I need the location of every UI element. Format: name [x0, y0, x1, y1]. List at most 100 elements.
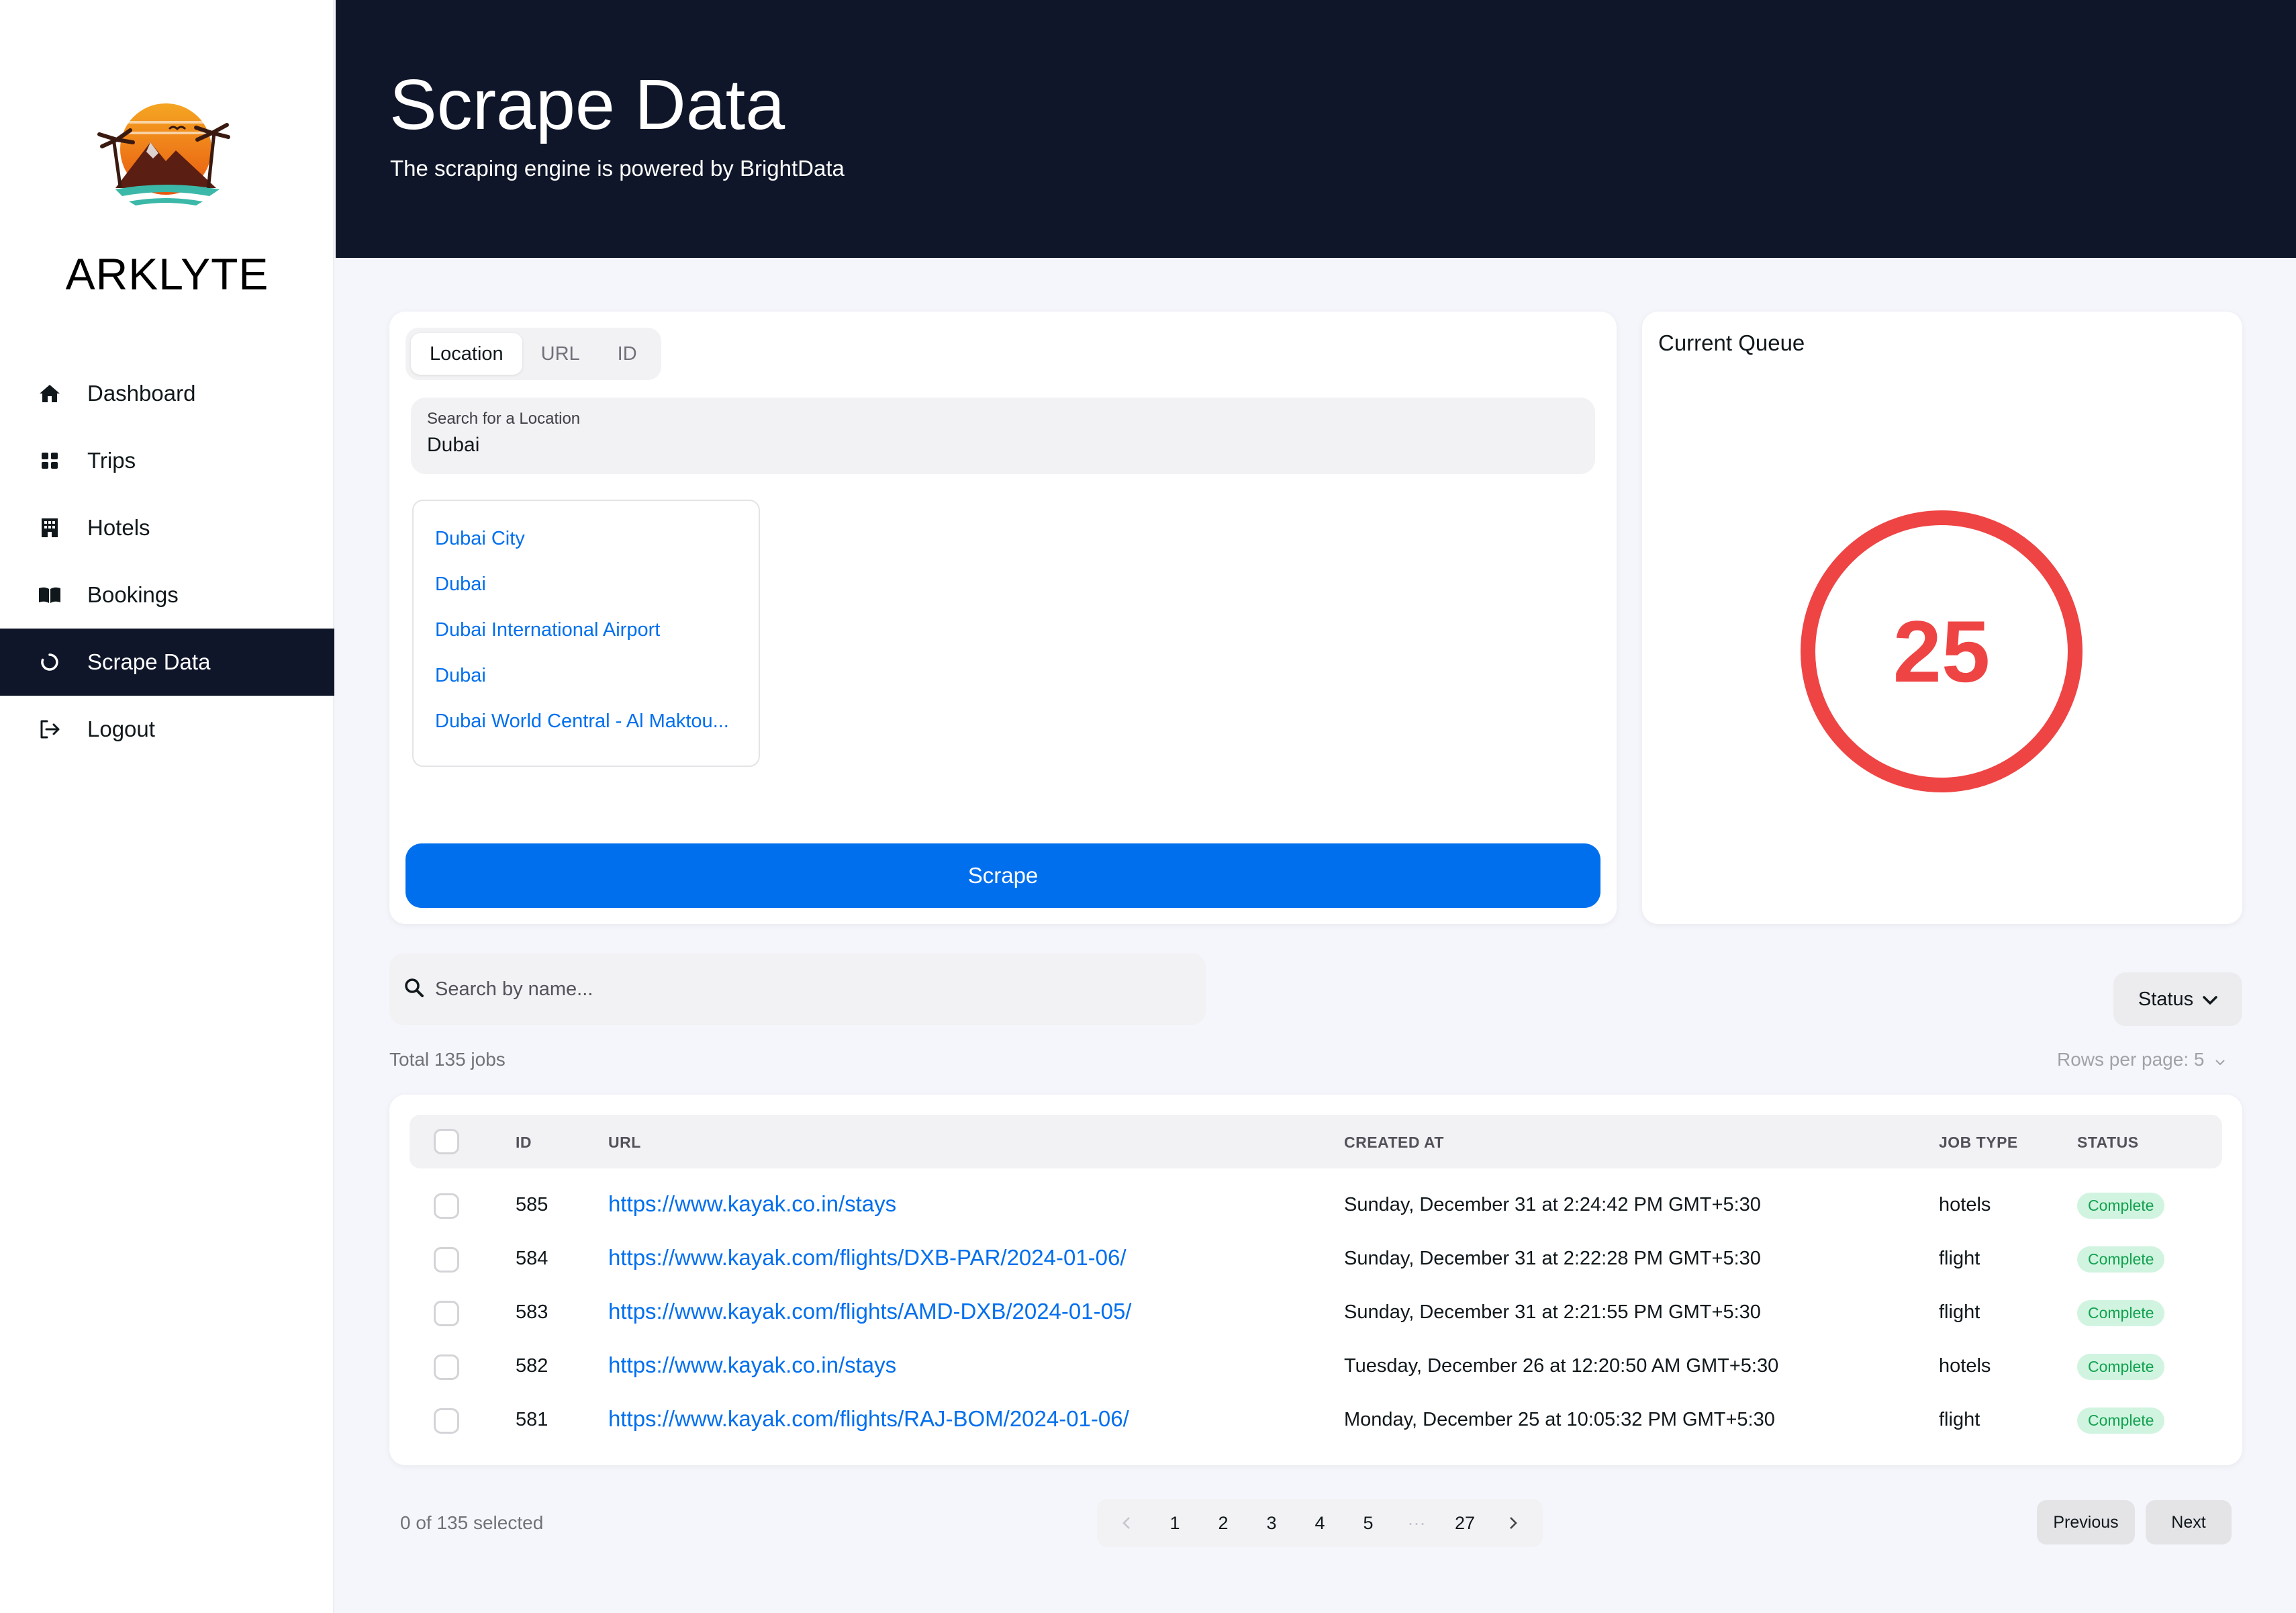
previous-button[interactable]: Previous	[2037, 1500, 2135, 1545]
row-checkbox[interactable]	[434, 1408, 459, 1434]
page-button[interactable]: 1	[1151, 1499, 1199, 1547]
page-ellipsis[interactable]: ···	[1392, 1499, 1441, 1547]
queue-title: Current Queue	[1658, 330, 1805, 355]
column-header-status[interactable]: STATUS	[2077, 1134, 2139, 1152]
sidebar-item-hotels[interactable]: Hotels	[0, 494, 334, 561]
spinner-icon	[38, 650, 62, 674]
suggestion-item[interactable]: Dubai World Central - Al Maktou...	[435, 702, 751, 748]
current-queue-card: Current Queue 25	[1642, 312, 2242, 924]
select-all-checkbox[interactable]	[434, 1129, 459, 1154]
brand-name: ARKLYTE	[65, 249, 269, 299]
total-jobs-label: Total 135 jobs	[389, 1049, 506, 1070]
sidebar-item-label: Hotels	[87, 515, 150, 540]
sidebar-item-label: Scrape Data	[87, 649, 211, 674]
row-checkbox[interactable]	[434, 1354, 459, 1380]
tab-id[interactable]: ID	[599, 333, 656, 375]
page-button[interactable]: 2	[1199, 1499, 1247, 1547]
chevron-down-icon	[2215, 1049, 2226, 1070]
location-suggestions: Dubai City Dubai Dubai International Air…	[412, 500, 760, 767]
job-created-at: Tuesday, December 26 at 12:20:50 AM GMT+…	[1344, 1355, 1779, 1377]
sidebar-item-dashboard[interactable]: Dashboard	[0, 360, 334, 427]
status-badge: Complete	[2077, 1300, 2165, 1326]
tab-location[interactable]: Location	[411, 333, 522, 375]
brand-logo	[89, 94, 243, 215]
location-search-label: Search for a Location	[427, 410, 581, 428]
status-badge: Complete	[2077, 1193, 2165, 1219]
job-created-at: Monday, December 25 at 10:05:32 PM GMT+5…	[1344, 1409, 1775, 1430]
row-checkbox[interactable]	[434, 1193, 459, 1219]
job-id: 583	[516, 1301, 548, 1323]
tab-url[interactable]: URL	[522, 333, 599, 375]
job-id: 584	[516, 1248, 548, 1269]
job-type: flight	[1939, 1301, 1980, 1323]
queue-count-ring: 25	[1801, 510, 2083, 792]
sidebar-item-label: Dashboard	[87, 381, 196, 406]
job-id: 585	[516, 1194, 548, 1215]
table-row[interactable]: 585 https://www.kayak.co.in/stays Sunday…	[410, 1179, 2222, 1233]
suggestion-item[interactable]: Dubai International Airport	[435, 611, 751, 657]
job-url-link[interactable]: https://www.kayak.co.in/stays	[608, 1191, 896, 1217]
job-url-link[interactable]: https://www.kayak.com/flights/RAJ-BOM/20…	[608, 1406, 1129, 1432]
sidebar-item-trips[interactable]: Trips	[0, 427, 334, 494]
column-header-url[interactable]: URL	[608, 1134, 641, 1152]
search-icon	[404, 978, 424, 1001]
row-checkbox[interactable]	[434, 1301, 459, 1326]
rows-per-page-label: Rows per page: 5	[2057, 1049, 2205, 1070]
scrape-form-card: Location URL ID Search for a Location Du…	[389, 312, 1617, 924]
home-icon	[38, 381, 62, 406]
rows-per-page-select[interactable]: Rows per page: 5	[2057, 1049, 2226, 1070]
sidebar-item-bookings[interactable]: Bookings	[0, 561, 334, 629]
job-url-link[interactable]: https://www.kayak.com/flights/AMD-DXB/20…	[608, 1299, 1131, 1324]
suggestion-item[interactable]: Dubai City	[435, 520, 751, 565]
sidebar-item-label: Bookings	[87, 582, 179, 607]
grid-icon	[38, 449, 62, 473]
column-header-job-type[interactable]: JOB TYPE	[1939, 1134, 2018, 1152]
job-type: flight	[1939, 1409, 1980, 1430]
sidebar: ARKLYTE Dashboard Trips Hotels Bookings	[0, 0, 334, 1613]
job-url-link[interactable]: https://www.kayak.com/flights/DXB-PAR/20…	[608, 1245, 1127, 1271]
page-button[interactable]: 3	[1247, 1499, 1296, 1547]
table-row[interactable]: 581 https://www.kayak.com/flights/RAJ-BO…	[410, 1394, 2222, 1448]
job-search-field[interactable]	[389, 954, 1206, 1025]
job-id: 582	[516, 1355, 548, 1377]
location-search-input[interactable]	[427, 434, 1579, 457]
suggestion-item[interactable]: Dubai	[435, 657, 751, 702]
job-url-link[interactable]: https://www.kayak.co.in/stays	[608, 1352, 896, 1378]
status-badge: Complete	[2077, 1408, 2165, 1434]
scrape-mode-tabs: Location URL ID	[405, 328, 661, 380]
column-header-created-at[interactable]: CREATED AT	[1344, 1134, 1444, 1152]
selection-count: 0 of 135 selected	[400, 1512, 544, 1533]
queue-count: 25	[1893, 602, 1991, 700]
page-button[interactable]: 5	[1344, 1499, 1392, 1547]
row-checkbox[interactable]	[434, 1247, 459, 1273]
pagination: 1 2 3 4 5 ··· 27	[1097, 1499, 1543, 1547]
page-subtitle: The scraping engine is powered by Bright…	[390, 156, 845, 181]
page-button[interactable]: 27	[1441, 1499, 1489, 1547]
job-search-input[interactable]	[435, 978, 1174, 1001]
table-row[interactable]: 583 https://www.kayak.com/flights/AMD-DX…	[410, 1287, 2222, 1340]
job-type: hotels	[1939, 1355, 1991, 1377]
chevron-left-icon	[1122, 1517, 1130, 1529]
job-created-at: Sunday, December 31 at 2:22:28 PM GMT+5:…	[1344, 1248, 1761, 1269]
sidebar-item-scrape-data[interactable]: Scrape Data	[0, 629, 334, 696]
status-badge: Complete	[2077, 1246, 2165, 1273]
suggestion-item[interactable]: Dubai	[435, 565, 751, 611]
prev-page-arrow[interactable]	[1102, 1499, 1151, 1547]
column-header-id[interactable]: ID	[516, 1134, 532, 1152]
next-page-arrow[interactable]	[1489, 1499, 1537, 1547]
sidebar-item-label: Trips	[87, 448, 136, 473]
status-filter-label: Status	[2138, 988, 2194, 1010]
status-filter-button[interactable]: Status	[2113, 972, 2242, 1026]
location-search-field[interactable]: Search for a Location	[411, 398, 1595, 474]
table-row[interactable]: 582 https://www.kayak.co.in/stays Tuesda…	[410, 1340, 2222, 1394]
page-button[interactable]: 4	[1296, 1499, 1344, 1547]
next-button[interactable]: Next	[2146, 1500, 2232, 1545]
job-created-at: Sunday, December 31 at 2:21:55 PM GMT+5:…	[1344, 1301, 1761, 1323]
job-created-at: Sunday, December 31 at 2:24:42 PM GMT+5:…	[1344, 1194, 1761, 1215]
sidebar-item-label: Logout	[87, 717, 155, 741]
sidebar-item-logout[interactable]: Logout	[0, 696, 334, 763]
status-badge: Complete	[2077, 1354, 2165, 1380]
building-icon	[38, 516, 62, 540]
scrape-button[interactable]: Scrape	[405, 843, 1600, 908]
table-row[interactable]: 584 https://www.kayak.com/flights/DXB-PA…	[410, 1233, 2222, 1287]
